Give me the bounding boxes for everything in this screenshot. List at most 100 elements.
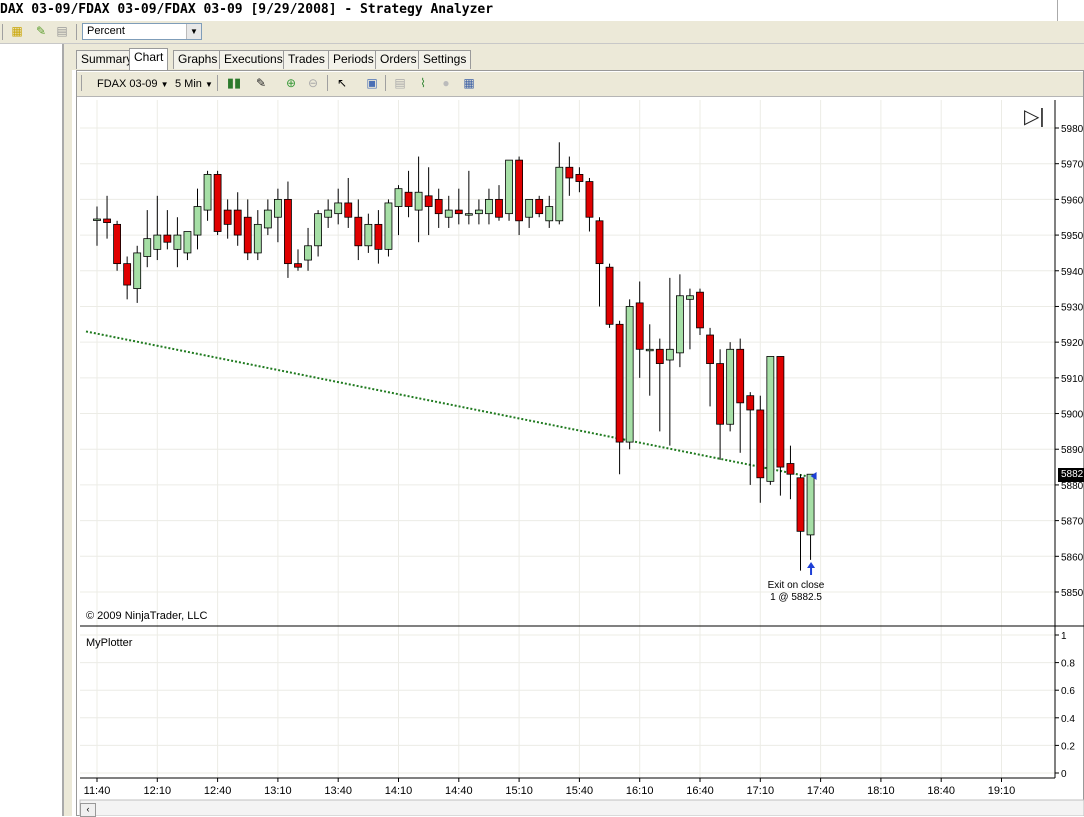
candle-body	[625, 306, 634, 443]
candle	[273, 188, 282, 243]
candle	[535, 195, 544, 218]
trendline	[85, 330, 815, 479]
scroll-to-end-icon[interactable]: ▷|	[1024, 106, 1045, 128]
candle	[133, 245, 142, 303]
candle-body	[133, 252, 142, 290]
y-tick-label: 5880	[1061, 481, 1084, 492]
x-tick-label: 15:40	[566, 785, 594, 797]
y-tick-label: 5930	[1061, 302, 1084, 313]
scroll-left-icon[interactable]: ‹	[80, 803, 96, 817]
candle-body	[424, 195, 433, 207]
candle	[716, 349, 724, 460]
candle-body	[665, 348, 674, 361]
indicator-tick-label: 1	[1061, 631, 1067, 642]
candle-body	[706, 334, 714, 364]
x-tick-label: 16:40	[686, 785, 714, 797]
price-chart[interactable]: 5850 5860 5870 5880 5890 5900 5910 5920 5930 5940…	[0, 0, 1084, 816]
candle-body	[474, 209, 483, 215]
candle-body	[756, 409, 765, 479]
indicator-tick-label: 0.6	[1061, 686, 1075, 697]
candle	[173, 217, 182, 268]
candle	[284, 181, 292, 278]
y-tick-label: 5890	[1061, 445, 1084, 456]
candle	[776, 356, 785, 496]
candle	[324, 199, 333, 228]
candle-body	[113, 223, 121, 265]
candle	[294, 249, 302, 271]
x-tick-label: 14:10	[385, 785, 413, 797]
candle-body	[505, 159, 513, 215]
candle-body	[565, 166, 574, 179]
candle	[364, 213, 373, 253]
panel-separators	[79, 100, 1084, 816]
candle-body	[716, 363, 724, 425]
candle-body	[364, 223, 373, 247]
x-tick-label: 19:10	[988, 785, 1016, 797]
candle	[384, 199, 393, 257]
candle-body	[384, 202, 393, 250]
candle	[314, 210, 323, 257]
candle-body	[786, 463, 795, 475]
candle	[143, 210, 152, 268]
candle-body	[314, 213, 323, 247]
candle-body	[454, 209, 463, 215]
candle-body	[776, 356, 785, 468]
candle	[655, 338, 664, 432]
candle	[696, 288, 704, 336]
candle-body	[605, 266, 614, 325]
candle	[183, 231, 192, 261]
candle-body	[696, 291, 704, 329]
y-tick-label: 5940	[1061, 267, 1084, 278]
candle	[263, 199, 272, 236]
candle-body	[535, 198, 544, 215]
y-tick-label: 5980	[1061, 124, 1084, 135]
candle	[525, 198, 534, 228]
candle	[334, 188, 343, 225]
candle-body	[183, 231, 192, 254]
candle-body	[374, 223, 383, 250]
candle-body	[103, 218, 111, 223]
candle	[806, 473, 815, 560]
x-tick-label: 12:10	[144, 785, 172, 797]
candle	[253, 210, 262, 261]
exit-price-label: 1 @ 5882.5	[770, 592, 822, 603]
copyright-label: © 2009 NinjaTrader, LLC	[86, 610, 208, 622]
candle-body	[334, 202, 343, 215]
candle	[665, 277, 674, 446]
candle-body	[686, 295, 694, 300]
candle-body	[766, 356, 775, 482]
x-tick-label: 17:40	[807, 785, 835, 797]
candle	[474, 199, 483, 225]
x-tick-label: 18:40	[927, 785, 955, 797]
candle	[113, 220, 121, 271]
candle	[615, 320, 624, 475]
candle	[645, 324, 654, 396]
x-tick-label: 13:10	[264, 785, 292, 797]
candlestick-layer	[93, 142, 815, 571]
candle	[374, 210, 383, 264]
candle	[354, 199, 363, 261]
candle-body	[213, 173, 222, 232]
indicator-tick-label: 0.4	[1061, 714, 1075, 725]
candle	[605, 263, 614, 328]
candle	[153, 195, 162, 261]
candle-body	[575, 173, 584, 182]
candle-body	[253, 223, 262, 254]
candle	[434, 188, 443, 228]
candle	[213, 170, 222, 236]
x-tick-label: 18:10	[867, 785, 895, 797]
candle	[193, 188, 202, 250]
candle-body	[726, 348, 735, 425]
candle	[223, 199, 232, 239]
x-tick-label: 16:10	[626, 785, 654, 797]
y-tick-label: 5900	[1061, 410, 1084, 421]
y-tick-label: 5920	[1061, 338, 1084, 349]
candle-body	[344, 202, 353, 218]
candle	[103, 195, 111, 239]
candle	[635, 281, 644, 378]
candle-body	[143, 238, 152, 257]
candle	[726, 342, 735, 432]
candle-body	[153, 234, 162, 250]
candle-body	[284, 198, 292, 265]
candle	[485, 188, 493, 225]
